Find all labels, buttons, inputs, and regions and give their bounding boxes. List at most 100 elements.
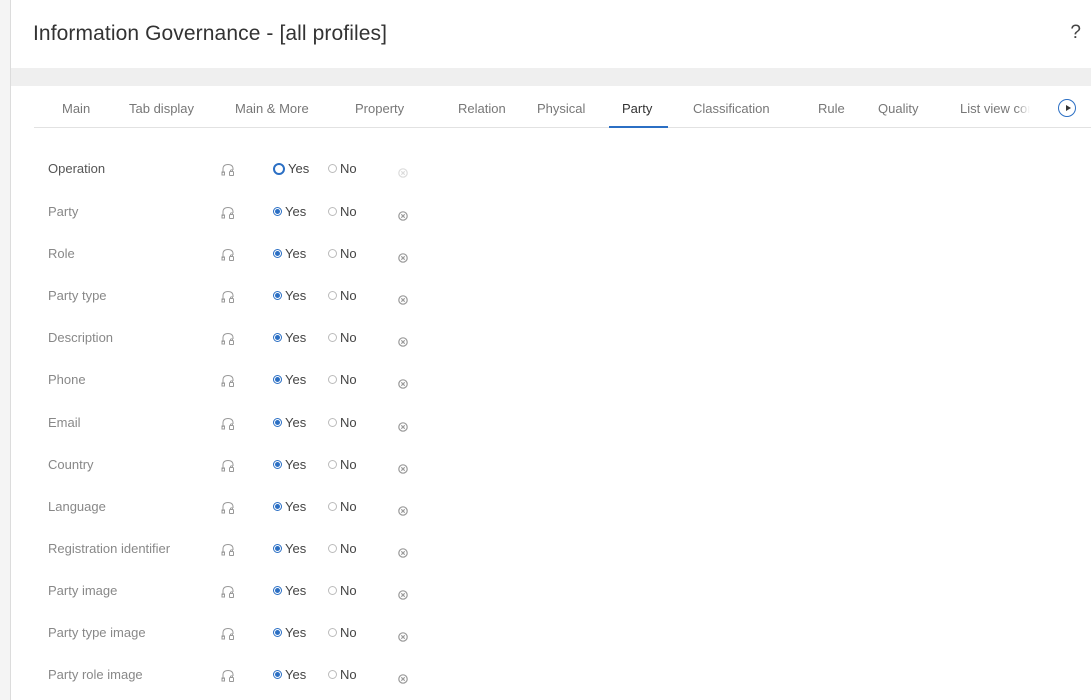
tab-label: Party	[622, 101, 653, 116]
tabs-scroll-right-button[interactable]	[1058, 99, 1076, 117]
field-label: Registration identifier	[48, 541, 171, 556]
no-radio[interactable]: No	[328, 541, 357, 556]
tab-label: Tab display	[129, 101, 195, 116]
headset-lock-icon[interactable]	[221, 669, 235, 683]
tab-label: Rule	[818, 101, 845, 116]
headset-lock-icon[interactable]	[221, 501, 235, 515]
yes-radio[interactable]: Yes	[273, 246, 306, 261]
yes-radio[interactable]: Yes	[273, 541, 306, 556]
clear-icon[interactable]	[398, 587, 408, 600]
yes-radio[interactable]: Yes	[273, 415, 306, 430]
yes-label: Yes	[285, 372, 307, 387]
yes-radio[interactable]: Yes	[273, 499, 306, 514]
headset-lock-icon[interactable]	[221, 585, 235, 599]
field-row: Party image Yes No	[11, 577, 1091, 607]
no-label: No	[340, 246, 357, 261]
clear-icon[interactable]	[398, 250, 408, 263]
clear-icon[interactable]	[398, 545, 408, 558]
field-label: Language	[48, 499, 106, 514]
yes-radio[interactable]: Yes	[273, 204, 306, 219]
radio-circle	[328, 628, 337, 637]
field-label: Phone	[48, 372, 86, 387]
no-radio[interactable]: No	[328, 288, 357, 303]
yes-radio[interactable]: Yes	[273, 583, 306, 598]
headset-lock-icon[interactable]	[221, 332, 235, 346]
tab-classification[interactable]: Classification	[693, 86, 770, 127]
headset-lock-icon[interactable]	[221, 290, 235, 304]
help-button[interactable]: ?	[1070, 22, 1081, 44]
field-label: Operation	[48, 161, 106, 176]
radio-circle	[328, 249, 337, 258]
tab-rule[interactable]: Rule	[818, 86, 845, 127]
yes-radio[interactable]: Yes	[273, 330, 306, 345]
tab-tab-display[interactable]: Tab display	[129, 86, 194, 127]
headset-lock-icon[interactable]	[221, 417, 235, 431]
radio-circle	[328, 207, 337, 216]
clear-icon[interactable]	[398, 208, 408, 221]
no-radio[interactable]: No	[328, 204, 357, 219]
field-label: Party	[48, 204, 79, 219]
no-radio[interactable]: No	[328, 161, 357, 176]
clear-icon[interactable]	[398, 419, 408, 432]
no-radio[interactable]: No	[328, 457, 357, 472]
dialog-title: Information Governance - [all profiles]	[33, 22, 388, 45]
headset-lock-icon[interactable]	[221, 248, 235, 262]
no-radio[interactable]: No	[328, 415, 357, 430]
clear-icon[interactable]	[398, 629, 408, 642]
radio-circle	[328, 333, 337, 342]
no-radio[interactable]: No	[328, 583, 357, 598]
tab-party[interactable]: Party	[609, 86, 669, 128]
field-row: Operation Yes No	[11, 155, 1091, 185]
headset-lock-icon[interactable]	[221, 459, 235, 473]
field-label: Email	[48, 415, 81, 430]
no-radio[interactable]: No	[328, 667, 357, 682]
headset-lock-icon[interactable]	[221, 206, 235, 220]
headset-lock-icon[interactable]	[221, 374, 235, 388]
yes-radio[interactable]: Yes	[273, 372, 306, 387]
yes-radio[interactable]: Yes	[273, 288, 306, 303]
header-divider	[11, 68, 1091, 86]
clear-icon[interactable]	[398, 503, 408, 516]
tab-quality[interactable]: Quality	[878, 86, 918, 127]
radio-circle	[328, 502, 337, 511]
clear-icon[interactable]	[398, 292, 408, 305]
tab-physical[interactable]: Physical	[537, 86, 585, 127]
tab-list-view[interactable]: List view cor	[960, 86, 1030, 127]
yes-label: Yes	[285, 499, 307, 514]
field-label: Description	[48, 330, 114, 345]
clear-icon[interactable]	[398, 165, 408, 178]
tab-label: Classification	[693, 101, 770, 116]
no-label: No	[340, 667, 357, 682]
field-row: Party type Yes No	[11, 282, 1091, 312]
yes-radio[interactable]: Yes	[273, 625, 306, 640]
yes-radio[interactable]: Yes	[273, 457, 306, 472]
tab-label: Main	[62, 101, 91, 116]
tab-relation[interactable]: Relation	[458, 86, 506, 127]
chevron-right-icon	[1065, 105, 1071, 111]
yes-radio[interactable]: Yes	[273, 667, 306, 682]
no-radio[interactable]: No	[328, 330, 357, 345]
clear-icon[interactable]	[398, 376, 408, 389]
tab-main-and-more[interactable]: Main & More	[235, 86, 309, 127]
headset-lock-icon[interactable]	[221, 627, 235, 641]
clear-icon[interactable]	[398, 671, 408, 684]
tab-main[interactable]: Main	[62, 86, 90, 127]
clear-icon[interactable]	[398, 334, 408, 347]
yes-label: Yes	[285, 583, 307, 598]
no-radio[interactable]: No	[328, 246, 357, 261]
tab-property[interactable]: Property	[355, 86, 404, 127]
dialog-window: Information Governance - [all profiles] …	[10, 0, 1091, 700]
field-row: Language Yes No	[11, 493, 1091, 523]
no-radio[interactable]: No	[328, 499, 357, 514]
no-label: No	[340, 583, 357, 598]
yes-radio[interactable]: Yes	[273, 161, 309, 176]
radio-circle	[328, 670, 337, 679]
clear-icon[interactable]	[398, 461, 408, 474]
radio-circle	[328, 375, 337, 384]
radio-circle	[273, 460, 282, 469]
headset-lock-icon[interactable]	[221, 163, 235, 177]
no-radio[interactable]: No	[328, 625, 357, 640]
headset-lock-icon[interactable]	[221, 543, 235, 557]
no-radio[interactable]: No	[328, 372, 357, 387]
tab-label: Quality	[878, 101, 919, 116]
